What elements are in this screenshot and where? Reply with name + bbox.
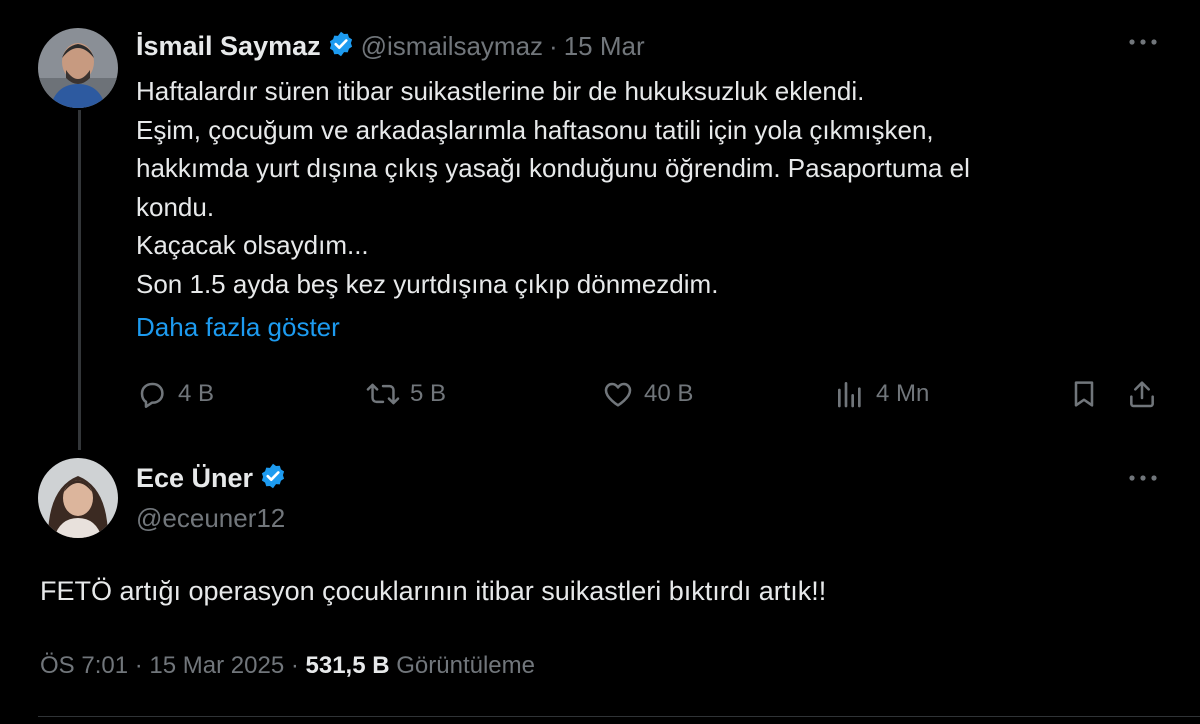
tweet-line: kondu. [136,191,215,222]
like-button[interactable]: 40 B [602,378,693,410]
author-name[interactable]: İsmail Saymaz [136,31,321,62]
views-button[interactable]: 4 Mn [834,378,929,410]
bottom-divider [38,716,1200,717]
avatar-ismail[interactable] [38,28,118,108]
more-horizontal-icon [1129,475,1157,481]
separator-dot: · [290,652,299,679]
reply-count: 4 B [178,380,215,407]
repost-button[interactable]: 5 B [366,378,446,410]
analytics-icon [838,382,861,408]
reply-date[interactable]: 15 Mar 2025 [149,652,284,679]
view-count: 4 Mn [876,380,930,407]
tweet-line: Kaçacak olsaydım... [136,230,369,260]
tweet-line: hakkımda yurt dışına çıkış yasağı konduğ… [136,153,970,183]
avatar-ece[interactable] [38,458,118,538]
bookmark-icon [1074,381,1094,407]
reply-meta: ÖS 7:01 · 15 Mar 2025 · 531,5 B Görüntül… [40,652,535,680]
avatar-image [38,28,118,108]
reply-tweet-text: FETÖ artığı operasyon çocuklarının itiba… [40,576,827,606]
thread-connector-line [78,110,81,450]
repost-count: 5 B [410,380,447,407]
reply-button[interactable]: 4 B [136,378,214,410]
separator-dot: · [549,31,558,61]
reply-author-handle[interactable]: @eceuner12 [136,503,285,534]
repost-icon [366,383,400,405]
show-more-link[interactable]: Daha fazla göster [136,312,340,343]
reply-view-count: 531,5 B [305,652,390,679]
heart-icon [604,382,632,407]
share-button[interactable] [1126,378,1158,415]
share-icon [1130,381,1154,408]
tweet-date[interactable]: 15 Mar [564,31,645,62]
tweet-body: Haftalardır süren itibar suikastlerine b… [136,72,970,303]
like-count: 40 B [644,380,694,407]
tweet-line: Son 1.5 ayda beş kez yurtdışına çıkıp dö… [136,268,719,299]
more-options-button[interactable] [1126,32,1160,58]
avatar-image [38,458,118,538]
reply-more-options-button[interactable] [1126,468,1160,494]
reply-icon [140,382,164,408]
reply-author-name[interactable]: Ece Üner [136,463,253,494]
reply-views-label: Görüntüleme [396,652,535,679]
tweet-header: İsmail Saymaz @ismailsaymaz · 15 Mar [136,30,645,63]
verified-badge-icon [327,30,355,63]
separator-dot: · [134,652,143,679]
reply-header: Ece Üner [136,462,287,495]
tweet-line: Eşim, çocuğum ve arkadaşlarımla haftason… [136,114,934,145]
reply-time[interactable]: ÖS 7:01 [40,652,128,679]
author-handle[interactable]: @ismailsaymaz [361,31,543,62]
verified-badge-icon [259,462,287,495]
bookmark-button[interactable] [1068,378,1100,415]
tweet-line: Haftalardır süren itibar suikastlerine b… [136,76,865,106]
more-horizontal-icon [1129,39,1157,45]
